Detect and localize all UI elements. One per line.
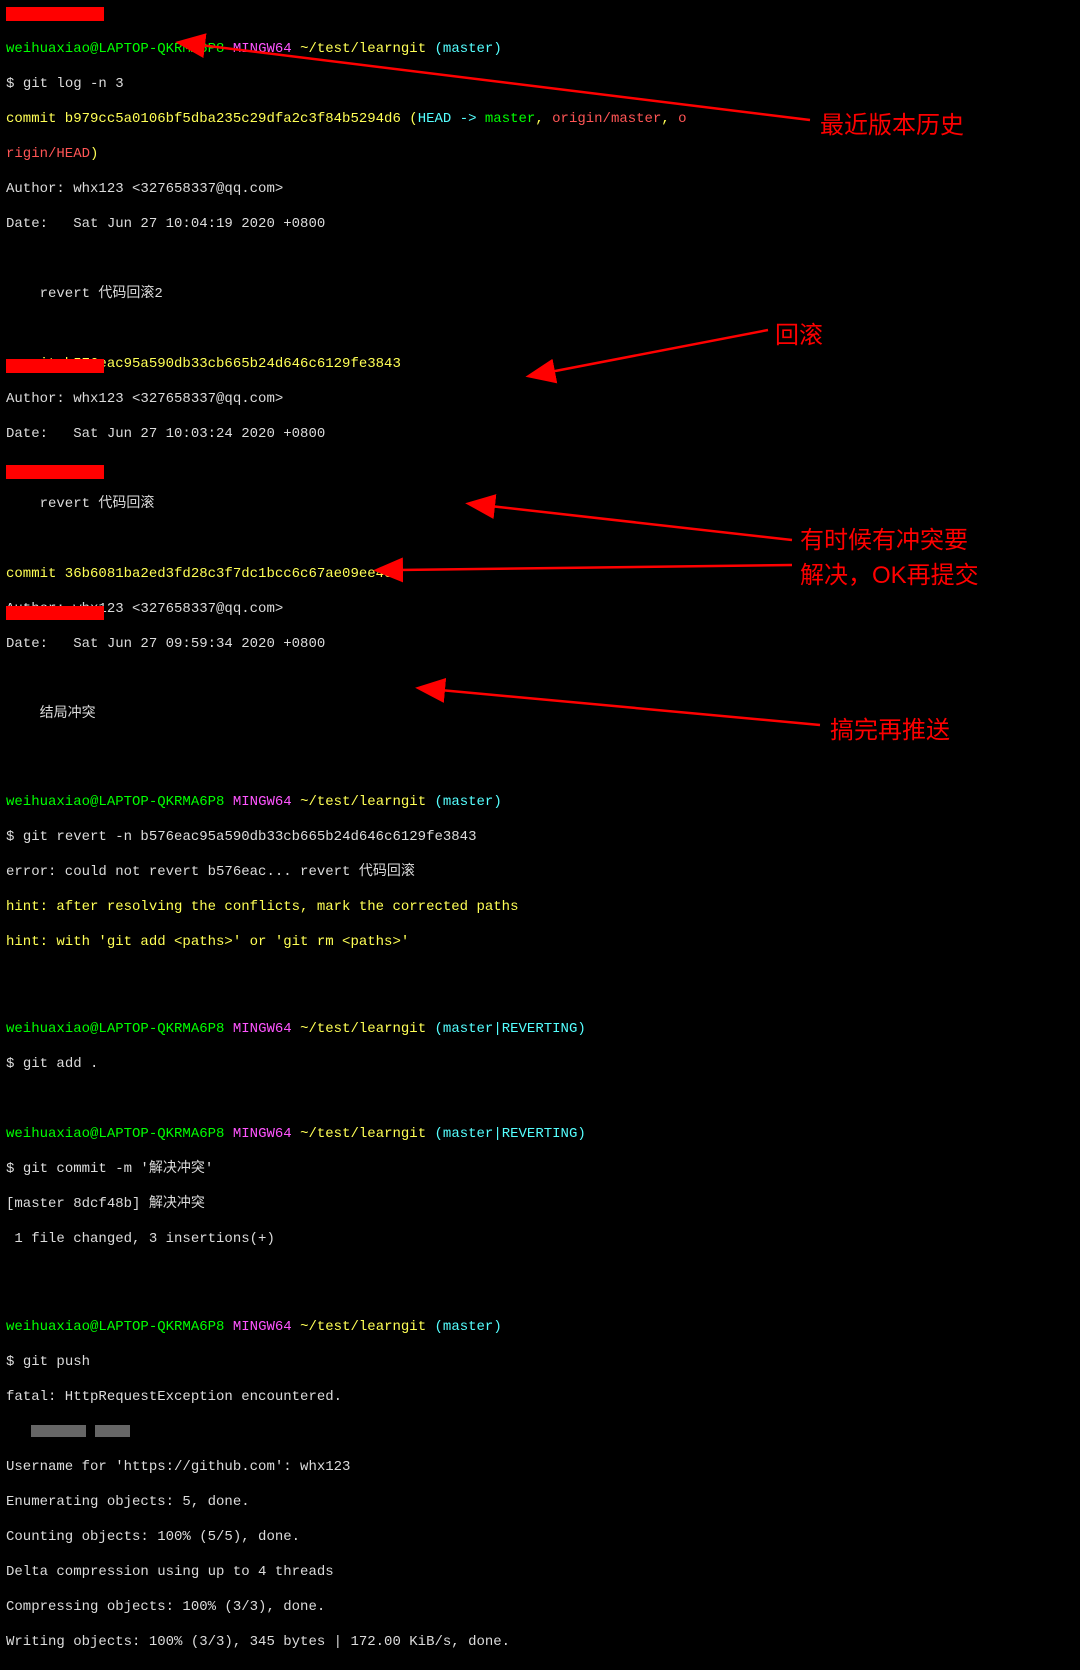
redaction-bar xyxy=(6,465,104,479)
push-fatal: fatal: HttpRequestException encountered. xyxy=(6,1389,1074,1407)
prompt-line: weihuaxiao@LAPTOP-QKRMA6P8 MINGW64 ~/tes… xyxy=(6,1021,1074,1039)
redaction-bar xyxy=(6,606,104,620)
push-output: Enumerating objects: 5, done. xyxy=(6,1494,1074,1512)
command-git-push: $ git push xyxy=(6,1354,1074,1372)
push-output: Delta compression using up to 4 threads xyxy=(6,1564,1074,1582)
revert-error: error: could not revert b576eac... rever… xyxy=(6,864,1074,882)
date-line: Date: Sat Jun 27 10:03:24 2020 +0800 xyxy=(6,426,1074,444)
command-git-revert: $ git revert -n b576eac95a590db33cb665b2… xyxy=(6,829,1074,847)
redaction-bar xyxy=(6,359,104,373)
annotation-rollback: 回滚 xyxy=(775,315,823,350)
date-line: Date: Sat Jun 27 09:59:34 2020 +0800 xyxy=(6,636,1074,654)
date-line: Date: Sat Jun 27 10:04:19 2020 +0800 xyxy=(6,216,1074,234)
push-output: Writing objects: 100% (3/3), 345 bytes |… xyxy=(6,1634,1074,1652)
annotation-history: 最近版本历史 xyxy=(820,105,964,140)
prompt-line: weihuaxiao@LAPTOP-QKRMA6P8 MINGW64 ~/tes… xyxy=(6,794,1074,812)
commit-output: [master 8dcf48b] 解决冲突 xyxy=(6,1196,1074,1214)
prompt-line: weihuaxiao@LAPTOP-QKRMA6P8 MINGW64 ~/tes… xyxy=(6,1319,1074,1337)
commit-line-2: commit b576eac95a590db33cb665b24d646c612… xyxy=(6,356,1074,374)
prompt-line: weihuaxiao@LAPTOP-QKRMA6P8 MINGW64 ~/tes… xyxy=(6,41,1074,59)
terminal-output: weihuaxiao@LAPTOP-QKRMA6P8 MINGW64 ~/tes… xyxy=(0,0,1080,1670)
push-output: Total 3 (delta 1), reused 0 (delta 0) xyxy=(6,1669,1074,1670)
command-git-log: $ git log -n 3 xyxy=(6,76,1074,94)
author-line: Author: whx123 <327658337@qq.com> xyxy=(6,391,1074,409)
author-line: Author: whx123 <327658337@qq.com> xyxy=(6,181,1074,199)
redacted-line xyxy=(6,1424,1074,1442)
commit-msg: revert 代码回滚 xyxy=(6,496,1074,514)
push-output: Counting objects: 100% (5/5), done. xyxy=(6,1529,1074,1547)
revert-hint: hint: with 'git add <paths>' or 'git rm … xyxy=(6,934,1074,952)
annotation-conflict: 有时候有冲突要解决，OK再提交 xyxy=(800,520,979,590)
command-git-commit: $ git commit -m '解决冲突' xyxy=(6,1161,1074,1179)
commit-msg: revert 代码回滚2 xyxy=(6,286,1074,304)
push-output: Compressing objects: 100% (3/3), done. xyxy=(6,1599,1074,1617)
commit-refs-wrap: rigin/HEAD) xyxy=(6,146,1074,164)
author-line: Author: whx123 <327658337@qq.com> xyxy=(6,601,1074,619)
revert-hint: hint: after resolving the conflicts, mar… xyxy=(6,899,1074,917)
commit-output: 1 file changed, 3 insertions(+) xyxy=(6,1231,1074,1249)
push-username: Username for 'https://github.com': whx12… xyxy=(6,1459,1074,1477)
prompt-line: weihuaxiao@LAPTOP-QKRMA6P8 MINGW64 ~/tes… xyxy=(6,1126,1074,1144)
command-git-add: $ git add . xyxy=(6,1056,1074,1074)
redaction-bar xyxy=(6,7,104,21)
annotation-push: 搞完再推送 xyxy=(830,710,950,745)
